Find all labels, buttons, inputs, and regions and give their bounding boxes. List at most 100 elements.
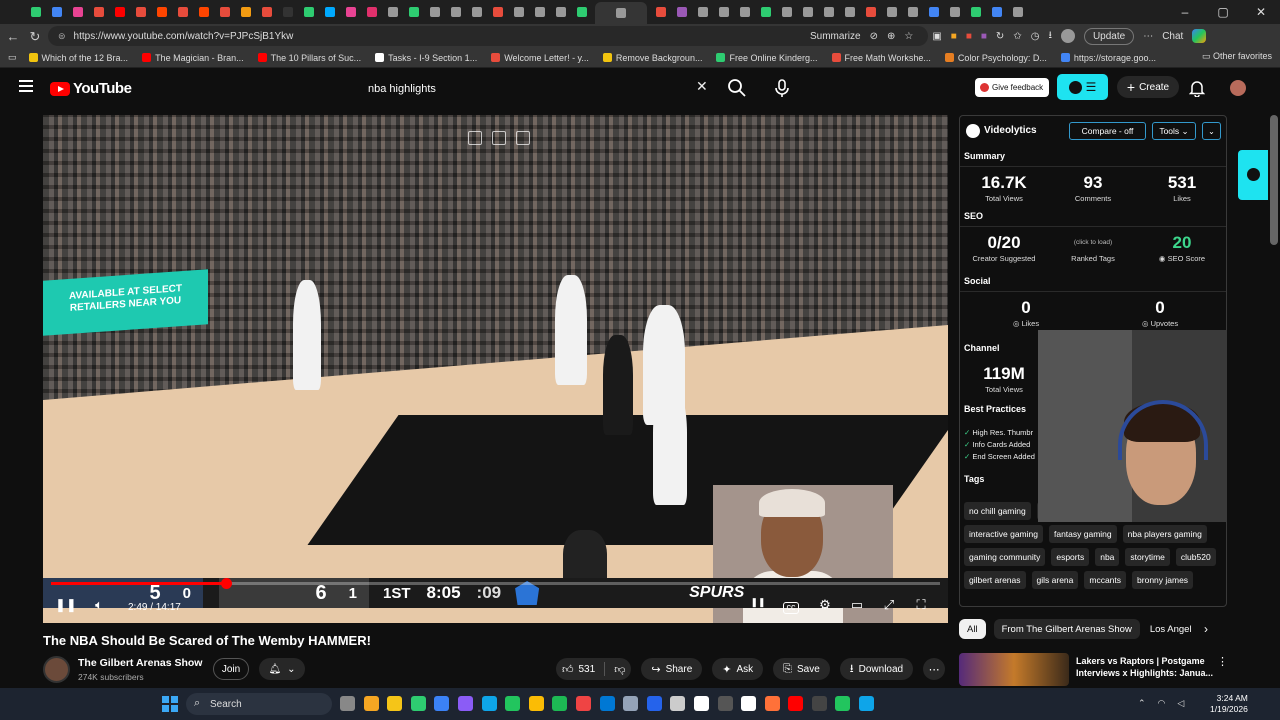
browser-tab[interactable]	[28, 4, 43, 20]
tag-chip[interactable]: club520	[1175, 548, 1216, 566]
settings-gear-icon[interactable]: ⚙	[815, 597, 835, 617]
browser-tab[interactable]	[737, 4, 752, 20]
browser-tab[interactable]	[301, 4, 316, 20]
seek-bar[interactable]	[51, 578, 940, 589]
browser-tab[interactable]	[653, 4, 668, 20]
extension-icon[interactable]: ▣	[932, 31, 941, 42]
pause-toggle-icon[interactable]: ❚❚	[748, 597, 768, 617]
browser-tab[interactable]	[364, 4, 379, 20]
browser-tab[interactable]	[49, 4, 64, 20]
browser-tab[interactable]	[968, 4, 983, 20]
browser-tab[interactable]	[280, 4, 295, 20]
taskbar-app-icon[interactable]	[387, 696, 403, 711]
browser-tab[interactable]	[716, 4, 731, 20]
thumbs-up-icon[interactable]: 👍︎	[562, 663, 574, 676]
menu-icon[interactable]	[19, 80, 33, 92]
recommended-video-thumbnail[interactable]	[959, 653, 1069, 686]
history-icon[interactable]: ◷	[1031, 31, 1040, 42]
browser-tab[interactable]	[842, 4, 857, 20]
like-count[interactable]: 531	[579, 664, 596, 675]
bookmark-item[interactable]: Which of the 12 Bra...	[28, 53, 128, 63]
maximize-icon[interactable]: ▢	[1204, 0, 1242, 24]
more-icon[interactable]: ⋯	[1143, 31, 1153, 42]
translate-icon[interactable]	[516, 131, 530, 145]
taskbar-app-icon[interactable]	[410, 696, 426, 711]
browser-tab[interactable]	[112, 4, 127, 20]
browser-tab[interactable]	[800, 4, 815, 20]
bookmark-item[interactable]: Welcome Letter! - y...	[491, 53, 589, 63]
tag-chip[interactable]: mccants	[1084, 571, 1127, 589]
browser-tab[interactable]	[511, 4, 526, 20]
tag-chip[interactable]: storytime	[1125, 548, 1170, 566]
browser-tab[interactable]	[1010, 4, 1025, 20]
ask-button[interactable]: ✦ Ask	[712, 658, 764, 680]
bookmark-item[interactable]: Free Math Workshe...	[831, 53, 931, 63]
volume-icon[interactable]: 🔈︎	[89, 597, 109, 617]
browser-tab[interactable]	[133, 4, 148, 20]
update-button[interactable]: Update	[1083, 27, 1135, 45]
taskbar-app-icon[interactable]	[528, 696, 544, 711]
bookmark-item[interactable]: Color Psychology: D...	[944, 53, 1047, 63]
taskbar-app-icon[interactable]	[859, 696, 875, 711]
tag-chip[interactable]: interactive gaming	[964, 525, 1043, 543]
taskbar-app-icon[interactable]	[764, 696, 780, 711]
create-button[interactable]: + Create	[1117, 76, 1179, 98]
browser-tab[interactable]	[674, 4, 689, 20]
browser-tab[interactable]	[490, 4, 505, 20]
taskbar-app-icon[interactable]	[434, 696, 450, 711]
tag-chip[interactable]: nba players gaming	[1122, 525, 1207, 543]
browser-tab[interactable]	[448, 4, 463, 20]
taskbar-app-icon[interactable]	[575, 696, 591, 711]
browser-tab[interactable]	[905, 4, 920, 20]
subscription-bell-button[interactable]: 🔔︎ ⌄	[259, 658, 305, 680]
recommended-video-title[interactable]: Lakers vs Raptors | Postgame Interviews …	[1076, 655, 1216, 679]
page-scrollbar[interactable]	[1270, 115, 1278, 245]
browser-tab[interactable]	[322, 4, 337, 20]
chip-all[interactable]: All	[959, 619, 986, 639]
chat-button[interactable]: Chat	[1162, 31, 1183, 42]
download-button[interactable]: ⭳ Download	[839, 658, 914, 680]
browser-tab[interactable]	[427, 4, 442, 20]
browser-tab[interactable]	[821, 4, 836, 20]
search-input[interactable]: nba highlights	[358, 76, 720, 101]
browser-tab[interactable]	[532, 4, 547, 20]
browser-tab[interactable]	[259, 4, 274, 20]
captions-icon[interactable]: cc	[783, 602, 799, 614]
taskbar-clock[interactable]: 3:24 AM 1/19/2026	[1210, 693, 1248, 715]
browser-tab[interactable]	[343, 4, 358, 20]
browser-tab[interactable]	[989, 4, 1004, 20]
browser-tab[interactable]	[595, 2, 647, 24]
bookmark-item[interactable]: https://storage.goo...	[1060, 53, 1156, 63]
taskbar-app-icon[interactable]	[481, 696, 497, 711]
compare-toggle-button[interactable]: Compare - off	[1069, 122, 1146, 140]
miniplayer-icon[interactable]	[468, 131, 482, 145]
miniplayer-icon[interactable]: ▭	[847, 597, 867, 617]
favorite-star-icon[interactable]: ☆	[904, 31, 913, 42]
browser-tab[interactable]	[553, 4, 568, 20]
taskbar-app-icon[interactable]	[340, 696, 355, 711]
reload-icon[interactable]: ↻	[24, 29, 46, 45]
other-favorites[interactable]: ▭ Other favorites	[1202, 51, 1272, 62]
browser-tab[interactable]	[574, 4, 589, 20]
taskbar-app-icon[interactable]	[811, 696, 827, 711]
save-button[interactable]: ⎘ Save	[773, 658, 830, 680]
extension-icon[interactable]: ■	[951, 31, 957, 42]
taskbar-app-icon[interactable]	[457, 696, 473, 711]
zoom-icon[interactable]: ⊕	[887, 31, 895, 42]
tag-chip[interactable]: no chill gaming	[964, 502, 1031, 520]
apps-icon[interactable]: ▭	[8, 52, 17, 63]
tag-chip[interactable]: bronny james	[1132, 571, 1194, 589]
share-button[interactable]: ↪ Share	[641, 658, 703, 680]
tag-chip[interactable]: fantasy gaming	[1048, 525, 1117, 543]
browser-tab[interactable]	[175, 4, 190, 20]
taskbar-app-icon[interactable]	[717, 696, 733, 711]
translate-icon[interactable]: ⊘	[870, 31, 878, 42]
browser-tab[interactable]	[926, 4, 941, 20]
close-icon[interactable]: ✕	[1242, 0, 1280, 24]
browser-tab[interactable]	[154, 4, 169, 20]
volume-icon[interactable]: ◁	[1177, 698, 1184, 709]
minimize-icon[interactable]: –	[1166, 0, 1204, 24]
theater-mode-icon[interactable]: ⤢	[879, 597, 899, 617]
channel-name[interactable]: The Gilbert Arenas Show	[78, 657, 202, 669]
tag-chip[interactable]: gaming community	[964, 548, 1046, 566]
